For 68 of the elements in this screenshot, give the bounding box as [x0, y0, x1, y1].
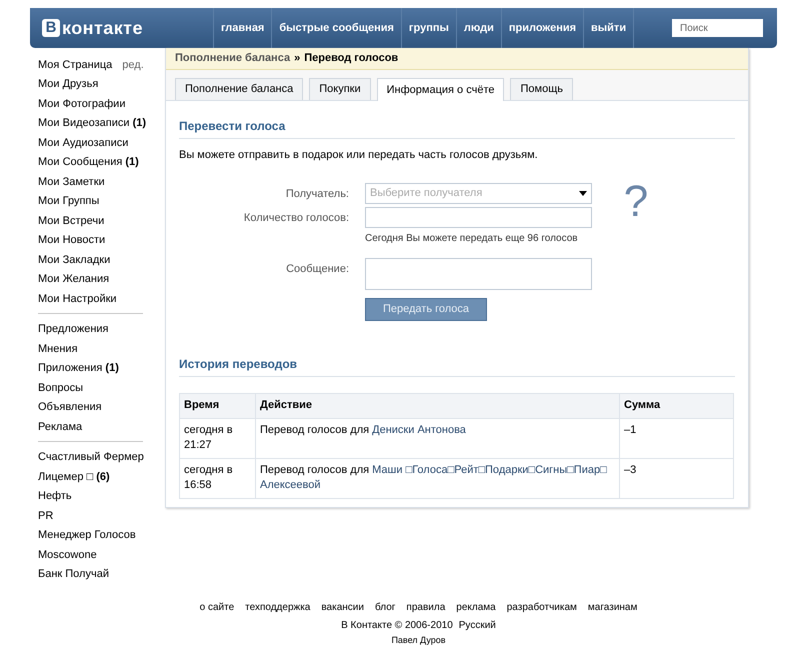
column-header: Действие: [256, 393, 620, 418]
tab[interactable]: Информация о счёте: [376, 78, 504, 101]
input-field[interactable]: [365, 206, 592, 228]
footer-link[interactable]: правила: [406, 600, 446, 615]
sidebar-item[interactable]: Мнения: [38, 340, 78, 357]
section-title: История переводов: [179, 354, 735, 376]
sidebar-item[interactable]: Мои Друзья: [38, 76, 98, 92]
tab[interactable]: Помощь: [510, 78, 573, 100]
breadcrumb-link[interactable]: Пополнение баланса: [175, 50, 290, 67]
edit-link[interactable]: ред.: [122, 56, 144, 73]
sidebar-item[interactable]: Счастливый Фермер: [38, 449, 144, 466]
table-cell: сегодня в 21:27: [180, 418, 256, 458]
sidebar-item[interactable]: Мои Фотографии: [38, 96, 126, 112]
breadcrumb-current: Перевод голосов: [304, 51, 398, 66]
sidebar-item[interactable]: Менеджер Голосов: [38, 527, 136, 544]
caret-icon: [579, 190, 587, 196]
tab[interactable]: Покупки: [309, 78, 371, 100]
column-header: Сумма: [620, 393, 734, 418]
sidebar-item[interactable]: Мои Встречи: [38, 212, 104, 229]
table-cell: Перевод голосов для Маши □Голоса□Рейт□Подарки□Сигны□Пиар□ Алексеевой: [256, 458, 620, 498]
sidebar-item[interactable]: Объявления: [38, 399, 102, 416]
language-link[interactable]: Русский: [458, 618, 496, 633]
field-label: Количество голосов:: [244, 212, 349, 224]
sidebar-item[interactable]: Мои Желания: [38, 271, 110, 288]
section-title: Перевести голоса: [179, 117, 735, 139]
sidebar-item[interactable]: Моя Страница: [38, 56, 112, 73]
table-cell: Перевод голосов для Дениски Антонова: [256, 418, 620, 458]
sidebar-item[interactable]: Нефть: [38, 488, 72, 504]
sidebar-item[interactable]: Мои Группы: [38, 193, 100, 210]
sidebar-item[interactable]: Мои Заметки: [38, 174, 105, 190]
sidebar-item[interactable]: Реклама: [38, 418, 82, 435]
footer-link[interactable]: техподдержка: [245, 600, 310, 615]
sidebar-item[interactable]: Лицемер □ (6): [38, 468, 110, 485]
sidebar-item[interactable]: Предложения: [38, 321, 109, 338]
sidebar-item[interactable]: Банк Получай: [38, 566, 109, 582]
footer-link[interactable]: реклама: [456, 600, 496, 615]
description-text: Вы можете отправить в подарок или передать часть голосов друзьям.: [179, 148, 539, 163]
sidebar-item[interactable]: Мои Видеозаписи (1): [38, 115, 146, 132]
sidebar-item[interactable]: Moscowone: [38, 546, 97, 563]
footer-link[interactable]: магазинам: [588, 600, 638, 615]
logo-text[interactable]: контакте: [62, 14, 143, 42]
sidebar-item[interactable]: Приложения (1): [38, 360, 119, 376]
table-cell: сегодня в 16:58: [180, 458, 256, 498]
footer-link[interactable]: разработчикам: [506, 600, 577, 615]
table-cell: –1: [620, 418, 734, 458]
logo-badge[interactable]: В: [42, 19, 60, 37]
sidebar-item[interactable]: Мои Аудиозаписи: [38, 134, 128, 151]
question-mark: ?: [624, 177, 648, 227]
copyright-text: В Контакте © 2006-2010: [341, 619, 453, 633]
sidebar-item[interactable]: Мои Сообщения (1): [38, 154, 139, 170]
search-field[interactable]: Поиск: [672, 19, 763, 37]
sidebar-item[interactable]: Мои Новости: [38, 232, 106, 248]
field-label: Сообщение:: [286, 262, 349, 274]
tab[interactable]: Пополнение баланса: [175, 78, 304, 100]
hint-text: Сегодня Вы можете передать еще 96 голосов: [365, 232, 579, 246]
footer-link[interactable]: блог: [374, 600, 396, 615]
message-field[interactable]: [365, 258, 592, 290]
breadcrumb-separator: »: [294, 51, 300, 66]
footer-link[interactable]: о сайте: [200, 600, 234, 615]
table-cell: –3: [620, 458, 734, 498]
author-link[interactable]: Павел Дуров: [391, 634, 446, 648]
sidebar-item[interactable]: PR: [38, 508, 54, 524]
sidebar-item[interactable]: Мои Настройки: [38, 290, 117, 307]
field-label: Получатель:: [286, 188, 349, 200]
footer-link[interactable]: вакансии: [321, 600, 364, 615]
sidebar-item[interactable]: Вопросы: [38, 380, 84, 396]
column-header: Время: [180, 393, 256, 418]
sidebar-item[interactable]: Мои Закладки: [38, 252, 110, 268]
